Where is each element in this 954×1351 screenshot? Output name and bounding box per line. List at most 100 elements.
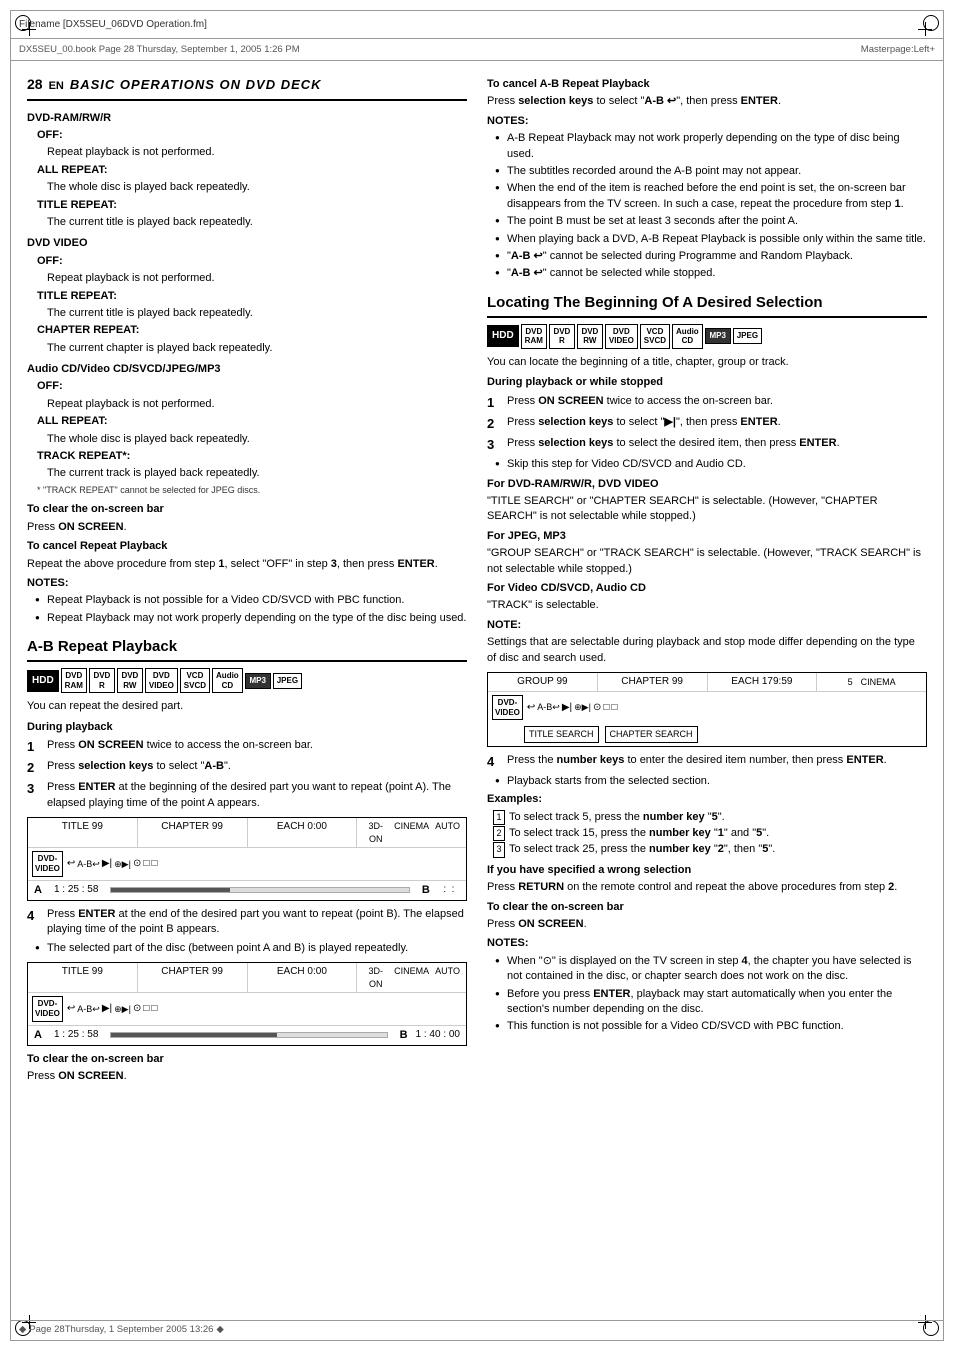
display1-header: TITLE 99 CHAPTER 99 EACH 0:00 3D-ON CINE… <box>28 818 466 848</box>
cinema-label: 5 <box>848 676 853 689</box>
audio-heading: Audio CD/Video CD/SVCD/JPEG/MP3 <box>27 362 467 377</box>
disc-icon-vcd-r: VCDSVCD <box>640 324 670 349</box>
page-header: 28 EN BASIC OPERATIONS ON DVD DECK <box>27 75 467 101</box>
disc-icon-jpeg-r: JPEG <box>733 328 762 344</box>
bottom-note-1: When "⊙" is displayed on the TV screen i… <box>495 954 927 985</box>
display2-time: A 1 : 25 : 58 B 1 : 40 : 00 <box>28 1025 466 1045</box>
loc-step4-bullet: Playback starts from the selected sectio… <box>495 774 927 789</box>
footer-text: ◆ Page 28Thursday, 1 September 2005 13:2… <box>19 1324 224 1335</box>
cancel-note-3: When the end of the item is reached befo… <box>495 181 927 212</box>
display1-icons: ↩ A-B↩ ▶| ⊕▶| ⊙ □ □ <box>67 857 158 871</box>
for-dvdram-text: "TITLE SEARCH" or "CHAPTER SEARCH" is se… <box>487 494 927 525</box>
dvdvideo-titlerepeat-desc: The current title is played back repeate… <box>27 306 467 321</box>
page-en: EN <box>49 79 64 94</box>
display3-search-labels: TITLE SEARCH CHAPTER SEARCH <box>488 723 926 746</box>
loc-step-2: 2 Press selection keys to select "▶|", t… <box>487 415 927 433</box>
notes-label-left: NOTES: <box>27 576 467 591</box>
dvdvideo-titlerepeat-label: TITLE REPEAT: <box>27 289 467 304</box>
disc-icon-vcd: VCDSVCD <box>180 668 210 693</box>
disc-icons-row-left: HDD DVDRAM DVDR DVDRW DVDVIDEO VCDSVCD A… <box>27 668 467 693</box>
cancel-repeat-label: To cancel Repeat Playback <box>27 539 467 554</box>
disc-icon-dvdrw: DVDRW <box>117 668 143 693</box>
progress-fill-2 <box>111 1033 276 1037</box>
notes-list-left: Repeat Playback is not possible for a Vi… <box>27 593 467 626</box>
wrong-selection-label: If you have specified a wrong selection <box>487 863 927 878</box>
audio-trackrepeat-desc: The current track is played back repeate… <box>27 466 467 481</box>
cancel-note-5: When playing back a DVD, A-B Repeat Play… <box>495 232 927 247</box>
note-item: Repeat Playback is not possible for a Vi… <box>35 593 467 608</box>
display1-body: DVD-VIDEO ↩ A-B↩ ▶| ⊕▶| ⊙ □ □ <box>28 848 466 879</box>
display3-header: GROUP 99 CHAPTER 99 EACH 179:59 5 CINEMA <box>488 673 926 692</box>
ab-step-4: 4 Press ENTER at the end of the desired … <box>27 907 467 938</box>
d3-each: EACH 179:59 <box>708 673 818 691</box>
disc-icon-dvdr: DVDR <box>89 668 115 693</box>
loc-step3-bullets: Skip this step for Video CD/SVCD and Aud… <box>487 457 927 472</box>
for-video-label: For Video CD/SVCD, Audio CD <box>487 581 927 596</box>
clear-label-1: To clear the on-screen bar <box>27 502 467 517</box>
bottom-notes-label: NOTES: <box>487 936 927 951</box>
loc-step4-bullets: Playback starts from the selected sectio… <box>487 774 927 789</box>
d3-group: GROUP 99 <box>488 673 598 691</box>
disc-icon-audiocd-r: AudioCD <box>672 324 703 349</box>
dvdvideo-items: OFF: Repeat playback is not performed. T… <box>27 254 467 356</box>
dvdram-items: OFF: Repeat playback is not performed. A… <box>27 128 467 230</box>
can-repeat-text: You can repeat the desired part. <box>27 699 467 714</box>
note-label-right: NOTE: <box>487 618 927 633</box>
cancel-ab-text: Press selection keys to select "A-B ↩", … <box>487 94 927 109</box>
d1-extras: 3D-ON CINEMA AUTO <box>357 818 466 847</box>
filename-bar: Filename [DX5SEU_06DVD Operation.fm] <box>10 10 944 38</box>
d1-chapter: CHAPTER 99 <box>138 818 248 847</box>
loc-step3-bullet: Skip this step for Video CD/SVCD and Aud… <box>495 457 927 472</box>
chapter-search-label: CHAPTER SEARCH <box>605 726 698 743</box>
bottom-note-3: This function is not possible for a Vide… <box>495 1019 927 1034</box>
example-1: 1 To select track 5, press the number ke… <box>493 810 927 825</box>
d3-chapter: CHAPTER 99 <box>598 673 708 691</box>
dvdram-titlerepeat-desc: The current title is played back repeate… <box>27 215 467 230</box>
d2-chapter: CHAPTER 99 <box>138 963 248 992</box>
d2-title: TITLE 99 <box>28 963 138 992</box>
dvd-badge-2: DVD-VIDEO <box>32 996 63 1021</box>
disc-icon-dvdvideo-r: DVDVIDEO <box>605 324 638 349</box>
notes-label-right: NOTES: <box>487 114 927 129</box>
clear-bar-text-r: Press ON SCREEN. <box>487 917 927 932</box>
page-number: 28 <box>27 75 43 95</box>
ab-step-1: 1 Press ON SCREEN twice to access the on… <box>27 738 467 756</box>
d2-each: EACH 0:00 <box>248 963 358 992</box>
disc-icon-dvdram-r: DVDRAM <box>521 324 547 349</box>
onscreen-display-3: GROUP 99 CHAPTER 99 EACH 179:59 5 CINEMA… <box>487 672 927 747</box>
audio-items: OFF: Repeat playback is not performed. A… <box>27 379 467 496</box>
cancel-ab-label: To cancel A-B Repeat Playback <box>487 77 927 92</box>
progress-bar-1 <box>110 887 409 893</box>
example-2: 2 To select track 15, press the number k… <box>493 826 927 841</box>
disc-icon-dvdr-r: DVDR <box>549 324 575 349</box>
d2-extras: 3D-ON CINEMA AUTO <box>357 963 466 992</box>
audio-allrepeat-label: ALL REPEAT: <box>27 414 467 429</box>
dvdram-allrepeat-desc: The whole disc is played back repeatedly… <box>27 180 467 195</box>
dvdram-off-desc: Repeat playback is not performed. <box>27 145 467 160</box>
cinema-text: CINEMA <box>861 676 896 689</box>
disc-icon-dvdvideo: DVDVIDEO <box>145 668 178 693</box>
for-video-text: "TRACK" is selectable. <box>487 598 927 613</box>
locating-section-title: Locating The Beginning Of A Desired Sele… <box>487 292 927 318</box>
dvdvideo-chapterrepeat-desc: The current chapter is played back repea… <box>27 341 467 356</box>
bottom-note-2: Before you press ENTER, playback may sta… <box>495 987 927 1018</box>
note-text-right: Settings that are selectable during play… <box>487 635 927 666</box>
ab-step4-bullet: The selected part of the disc (between p… <box>35 941 467 956</box>
loc-step-4: 4 Press the number keys to enter the des… <box>487 753 927 771</box>
audio-off-label: OFF: <box>27 379 467 394</box>
d1-title: TITLE 99 <box>28 818 138 847</box>
audio-trackrepeat-label: TRACK REPEAT*: <box>27 449 467 464</box>
clear-text-2: Press ON SCREEN. <box>27 1069 467 1084</box>
disc-icon-mp3: MP3 <box>245 673 271 689</box>
for-jpeg-text: "GROUP SEARCH" or "TRACK SEARCH" is sele… <box>487 546 927 577</box>
cancel-repeat-text: Repeat the above procedure from step 1, … <box>27 557 467 572</box>
dvdram-heading: DVD-RAM/RW/R <box>27 111 467 126</box>
ab-repeat-title: A-B Repeat Playback <box>27 636 467 662</box>
left-column: 28 EN BASIC OPERATIONS ON DVD DECK DVD-R… <box>27 75 467 1306</box>
ab-step4-bullets: The selected part of the disc (between p… <box>27 941 467 956</box>
dvd-badge-3: DVD-VIDEO <box>492 695 523 720</box>
audio-footnote: * "TRACK REPEAT" cannot be selected for … <box>27 484 467 497</box>
page-title: BASIC OPERATIONS ON DVD DECK <box>70 76 322 94</box>
cancel-note-7: "A-B ↩" cannot be selected while stopped… <box>495 266 927 281</box>
bottom-notes-list: When "⊙" is displayed on the TV screen i… <box>487 954 927 1035</box>
